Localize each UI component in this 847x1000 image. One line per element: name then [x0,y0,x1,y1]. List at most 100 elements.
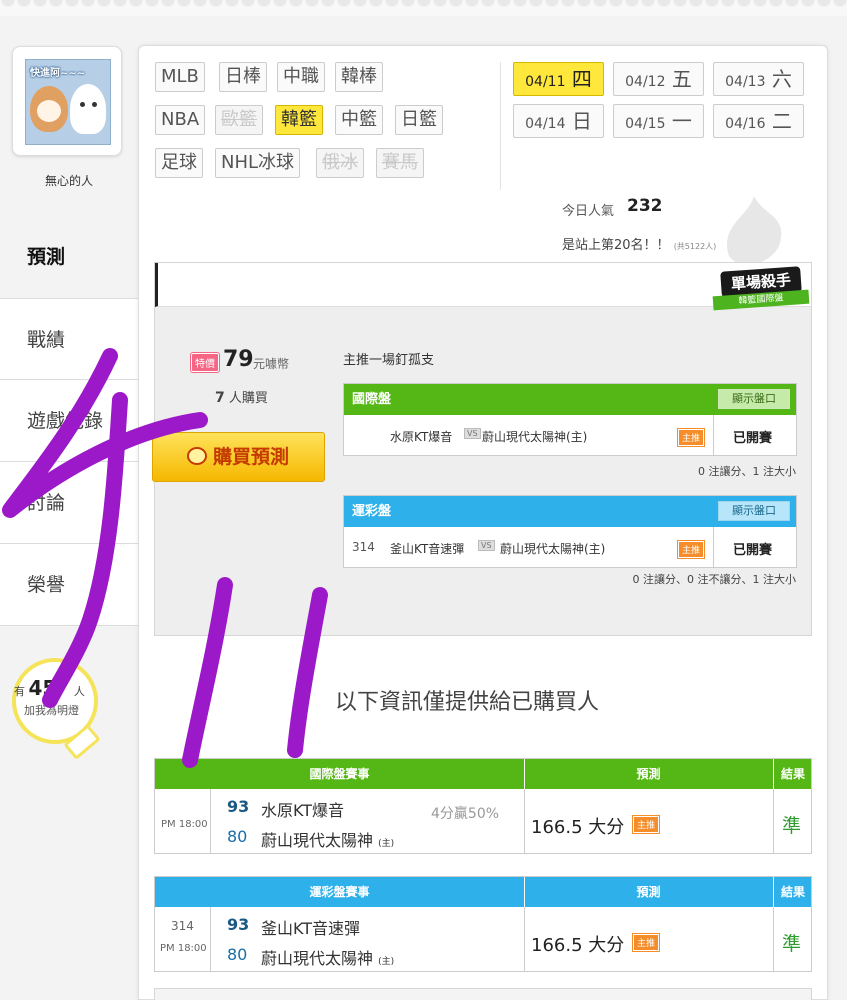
category-jp-baseball[interactable]: 日棒 [219,62,267,92]
result-accurate: 準 [782,815,802,837]
date-0416[interactable]: 04/16 二 [713,104,804,138]
date-0413[interactable]: 04/13 六 [713,62,804,96]
cell-divider [524,907,525,971]
popularity-label: 今日人氣 [562,204,615,219]
side-nav-honor[interactable]: 榮譽 [0,544,138,626]
cell-divider [210,907,211,971]
main-panel: MLB 日棒 中職 韓棒 NBA 歐籃 韓籃 中籃 日籃 足球 NHL冰球 俄冰… [138,45,828,1000]
game-time: PM 18:00 [161,819,208,830]
date-text: 04/15 [625,116,666,132]
side-nav-game-log[interactable]: 遊戲紀錄 [0,380,138,462]
date-0411[interactable]: 04/11 四 [513,62,604,96]
category-cpbl[interactable]: 中職 [277,62,325,92]
bulb-prefix: 有 [14,685,25,698]
prediction-value: 166.5 大分 [531,935,625,956]
team-top: 水原KT爆音 [261,801,345,820]
category-mlb[interactable]: MLB [155,62,205,92]
home-team: 釜山KT音速彈 [390,542,465,556]
shiba-dog-icon [30,86,68,132]
avatar-caption: 快進阿~~~ [30,68,86,79]
price-unit: 元噱幣 [253,357,290,371]
away-team: 蔚山現代太陽神(主) [500,542,606,556]
category-nba[interactable]: NBA [155,105,206,135]
white-ghost-icon [70,84,106,134]
score-bottom: 80 [227,945,248,964]
main-pick-tag: 主推 [678,541,705,558]
single-game-killer-badge: 單場殺手 韓籃國際盤 [711,265,810,315]
prediction-panel: 單場殺手 韓籃國際盤 特價 79 元噱幣 7 人購買 購買預測 主推一場釘孤支 … [152,262,812,636]
category-ru-hockey: 俄冰 [316,148,364,178]
bulb-caption[interactable]: 加我為明燈 [24,702,79,718]
buyers-count: 7 人購買 [215,387,268,406]
category-cn-basketball[interactable]: 中籃 [335,105,383,135]
col-game: 運彩盤賽事 [309,885,370,899]
weekday-text: 六 [771,67,792,91]
avatar-image: 快進阿~~~ [25,59,111,145]
category-kr-baseball[interactable]: 韓棒 [335,62,383,92]
intl-odds-table: 國際盤 顯示盤口 水原KT爆音 VS 蔚山現代太陽神(主) 主推 已開賽 [343,383,797,456]
category-kr-basketball[interactable]: 韓籃 [275,105,323,135]
game-status: 已開賽 [732,543,772,558]
intl-odds-header: 國際盤 顯示盤口 [344,384,796,415]
category-jp-basketball[interactable]: 日籃 [395,105,443,135]
main-pick-tag: 主推 [678,429,705,446]
header-divider [500,62,501,190]
date-text: 04/13 [725,74,766,90]
vs-icon: VS [464,428,481,439]
cell-divider [210,789,211,853]
lottery-result-header: 運彩盤賽事 預測 結果 [155,877,811,907]
lottery-odds-table: 運彩盤 顯示盤口 314 釜山KT音速彈 VS 蔚山現代太陽神(主) 主推 已開… [343,495,797,568]
popularity-count: 232 [627,196,663,216]
date-text: 04/12 [625,74,666,90]
username[interactable]: 無心的人 [0,172,138,189]
game-time: PM 18:00 [160,943,207,954]
lightbulb-icon[interactable] [12,658,98,744]
game-number: 314 [171,919,194,933]
bulb-suffix: 人 [73,685,85,698]
date-0415[interactable]: 04/15 一 [613,104,704,138]
intl-summary: 0 注讓分、1 注大小 [698,465,796,478]
col-result: 結果 [780,885,805,899]
cart-icon [187,447,207,465]
show-odds-button[interactable]: 顯示盤口 [718,389,790,409]
category-nhl[interactable]: NHL冰球 [215,148,301,178]
lottery-summary: 0 注讓分、0 注不讓分、1 注大小 [632,573,797,586]
main-pick-tag: 主推 [633,934,660,951]
show-odds-button[interactable]: 顯示盤口 [718,501,790,521]
bulb-count-text: 有 45 人 [14,676,85,700]
special-price-tag: 特價 [191,353,219,372]
intl-result-header: 國際盤賽事 預測 結果 [155,759,811,789]
side-nav-prediction[interactable]: 預測 [0,216,138,298]
cell-divider [713,527,714,567]
buyers-number: 7 [215,390,225,406]
team-bottom: 蔚山現代太陽神 (主) [261,945,394,969]
prediction-value: 166.5 大分 [531,817,625,838]
weekday-text: 五 [671,67,692,91]
weekday-text: 一 [671,109,692,133]
lottery-result-table: 運彩盤賽事 預測 結果 314 PM 18:00 93 釜山KT音速彈 80 蔚… [154,876,812,972]
date-0412[interactable]: 04/12 五 [613,62,704,96]
side-nav-discussion[interactable]: 討論 [0,462,138,544]
intl-result-table: 國際盤賽事 預測 結果 PM 18:00 93 水原KT爆音 80 蔚山現代太陽… [154,758,812,854]
team-bottom-name: 蔚山現代太陽神 [261,949,374,968]
date-0414[interactable]: 04/14 日 [513,104,604,138]
home-mark: (主) [378,957,395,967]
side-nav-record[interactable]: 戰績 [0,298,138,380]
next-panel-edge [154,988,812,1000]
category-soccer[interactable]: 足球 [155,148,203,178]
buy-prediction-button[interactable]: 購買預測 [152,432,325,482]
avatar[interactable]: 快進阿~~~ [12,46,122,156]
main-pick-label: 主推一場釘孤支 [343,353,435,368]
home-mark: (主) [378,839,395,849]
game-number: 314 [352,540,375,554]
cell-divider [773,907,774,971]
col-prediction: 預測 [636,885,661,899]
score-bottom: 80 [227,827,248,846]
score-top: 93 [227,915,250,934]
weekday-text: 四 [571,67,592,91]
intl-game-row: 水原KT爆音 VS 蔚山現代太陽神(主) 主推 已開賽 [344,415,796,455]
buyers-suffix: 人購買 [228,391,268,406]
rank-text: 是站上第20名！！ (共5122人) [562,234,716,253]
intl-odds-title: 國際盤 [352,392,392,407]
lottery-odds-header: 運彩盤 顯示盤口 [344,496,796,527]
